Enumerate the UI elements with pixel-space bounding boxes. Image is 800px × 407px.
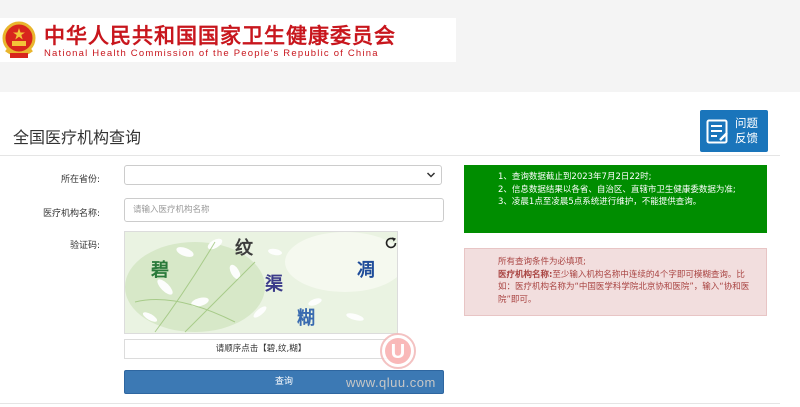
bottom-divider — [0, 403, 780, 404]
feedback-label-line1: 问题 — [735, 116, 758, 130]
feedback-icon — [706, 119, 728, 144]
org-name-cn: 中华人民共和国国家卫生健康委员会 — [44, 23, 396, 48]
captcha-char[interactable]: 糊 — [297, 304, 315, 330]
province-label: 所在省份: — [60, 175, 100, 185]
captcha-instruction: 请顺序点击【碧,纹,糊】 — [124, 339, 398, 359]
watermark-text: www.qluu.com — [346, 375, 436, 390]
name-rule-line: 医疗机构名称:至少输入机构名称中连续的4个字即可模糊查询。比如：医疗机构名称为“… — [498, 269, 756, 307]
province-select[interactable] — [124, 165, 442, 185]
info-notice-line: 1、查询数据截止到2023年7月2日22时; — [498, 172, 652, 182]
captcha-label: 验证码: — [69, 241, 100, 251]
required-fields-line: 所有查询条件为必填项; — [498, 257, 586, 267]
info-notice-line: 2、信息数据结果以各省、自治区、直辖市卫生健康委数据为准; — [498, 184, 736, 195]
header-bar: 中华人民共和国国家卫生健康委员会 National Health Commiss… — [0, 0, 800, 92]
page-title: 全国医疗机构查询 — [13, 128, 142, 147]
captcha-char[interactable]: 凋 — [357, 256, 375, 282]
info-notice-line: 3、凌晨1点至凌晨5点系统进行维护，不能提供查询。 — [498, 197, 702, 207]
feedback-button[interactable]: 问题 反馈 — [700, 110, 768, 152]
requirements-notice: 所有查询条件为必填项; 医疗机构名称:至少输入机构名称中连续的4个字即可模糊查询… — [464, 248, 767, 316]
institution-name-input[interactable] — [124, 198, 444, 222]
captcha-char[interactable]: 渠 — [265, 270, 283, 296]
org-name-en: National Health Commission of the People… — [44, 48, 379, 59]
national-emblem-icon — [2, 21, 36, 58]
title-divider — [0, 155, 780, 156]
brand-banner[interactable]: 中华人民共和国国家卫生健康委员会 National Health Commiss… — [0, 18, 456, 62]
captcha-char[interactable]: 纹 — [235, 234, 253, 260]
watermark-logo: U — [380, 333, 416, 369]
info-notice: 1、查询数据截止到2023年7月2日22时; 2、信息数据结果以各省、自治区、直… — [464, 165, 767, 233]
captcha-char[interactable]: 碧 — [151, 256, 169, 282]
refresh-icon[interactable] — [384, 236, 398, 250]
watermark-letter: U — [391, 341, 405, 363]
captcha-image[interactable]: 纹 碧 渠 凋 糊 — [124, 231, 398, 334]
name-rule-label: 医疗机构名称: — [498, 269, 553, 280]
feedback-label: 问题 反馈 — [735, 116, 758, 146]
captcha-flowers-background — [125, 232, 397, 333]
feedback-label-line2: 反馈 — [735, 131, 758, 145]
chevron-down-icon — [426, 172, 436, 178]
institution-name-label: 医疗机构名称: — [42, 209, 100, 219]
